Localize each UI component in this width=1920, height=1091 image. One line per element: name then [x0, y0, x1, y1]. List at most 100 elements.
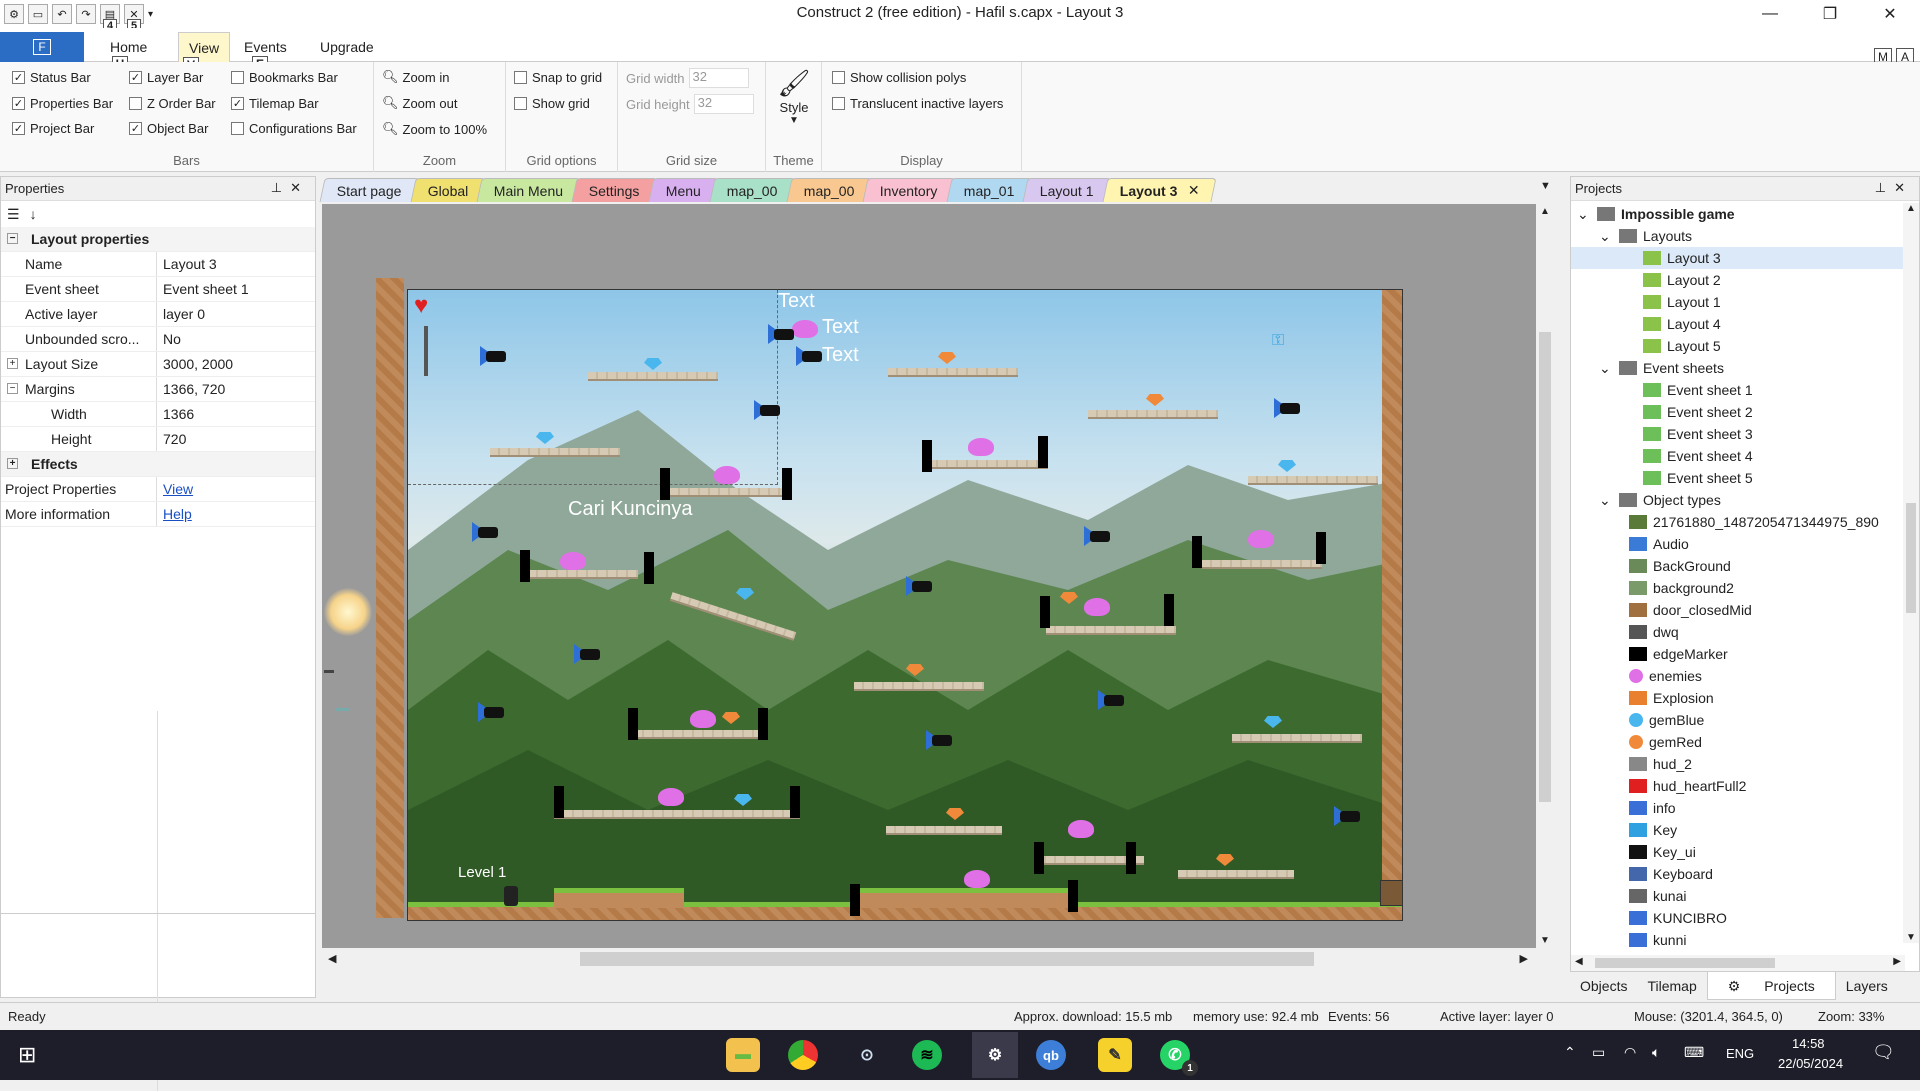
prop-row[interactable]: Width 1366: [1, 402, 315, 427]
collapse-icon[interactable]: −: [7, 383, 18, 394]
tree-item-object[interactable]: KUNCIBRO: [1571, 907, 1919, 929]
tilemap-bar-checkbox[interactable]: ✓ Tilemap Bar: [231, 96, 319, 111]
scroll-down-icon[interactable]: ▼: [1540, 935, 1550, 946]
clock-time[interactable]: 14:58: [1792, 1036, 1825, 1051]
tree-item-event-sheet[interactable]: Event sheet 3: [1571, 423, 1919, 445]
file-button[interactable]: F: [0, 32, 84, 62]
snap-to-grid-checkbox[interactable]: Snap to grid: [514, 70, 602, 85]
tab-layers[interactable]: Layers: [1836, 972, 1898, 1000]
expand-chevron-icon[interactable]: ⌄: [1599, 228, 1613, 245]
prop-value[interactable]: 3000, 2000: [157, 356, 233, 372]
tree-item-layout[interactable]: Layout 3: [1571, 247, 1919, 269]
scroll-down-icon[interactable]: ▼: [1906, 932, 1916, 943]
doc-tab[interactable]: Inventory: [862, 178, 956, 202]
doc-tab[interactable]: Global: [410, 178, 486, 202]
scroll-thumb[interactable]: [1539, 332, 1551, 802]
minimize-button[interactable]: —: [1740, 0, 1800, 28]
zoom-out-button[interactable]: 🔍︎ Zoom out: [382, 95, 457, 111]
tree-item-object[interactable]: background2: [1571, 577, 1919, 599]
notifications-icon[interactable]: 🗨︎: [1872, 1042, 1895, 1063]
scroll-thumb[interactable]: [1906, 503, 1916, 613]
object-bar-checkbox[interactable]: ✓ Object Bar: [129, 121, 208, 136]
scroll-thumb[interactable]: [1595, 958, 1775, 968]
tree-folder-events[interactable]: ⌄ Event sheets: [1571, 357, 1919, 379]
doc-tab[interactable]: Settings: [571, 178, 658, 202]
doc-tab[interactable]: Layout 1: [1022, 178, 1112, 202]
tree-item-object[interactable]: 21761880_1487205471344975_890: [1571, 511, 1919, 533]
grid-width-field[interactable]: Grid width 32: [626, 68, 749, 88]
zoom-100-button[interactable]: 🔍︎ Zoom to 100%: [382, 121, 487, 137]
tree-item-event-sheet[interactable]: Event sheet 1: [1571, 379, 1919, 401]
tab-objects[interactable]: Objects: [1570, 972, 1637, 1000]
steam-icon[interactable]: ⊙: [850, 1038, 884, 1072]
tree-item-object[interactable]: edgeMarker: [1571, 643, 1919, 665]
scroll-up-icon[interactable]: ▲: [1540, 206, 1550, 217]
tree-item-object[interactable]: Audio: [1571, 533, 1919, 555]
expand-chevron-icon[interactable]: ⌄: [1599, 360, 1613, 377]
wifi-icon[interactable]: ◠: [1624, 1044, 1636, 1061]
prop-value[interactable]: Layout 3: [157, 256, 217, 272]
language-indicator[interactable]: ENG: [1726, 1046, 1754, 1061]
tree-item-object[interactable]: info: [1571, 797, 1919, 819]
layer-bar-checkbox[interactable]: ✓ Layer Bar: [129, 70, 203, 85]
tree-item-object[interactable]: kunni: [1571, 929, 1919, 951]
scroll-right-icon[interactable]: ▶: [1520, 952, 1528, 965]
scroll-thumb[interactable]: [580, 952, 1314, 966]
tree-item-layout[interactable]: Layout 4: [1571, 313, 1919, 335]
show-grid-checkbox[interactable]: Show grid: [514, 96, 590, 111]
tree-item-object[interactable]: enemies: [1571, 665, 1919, 687]
close-tab-icon[interactable]: ✕: [1188, 182, 1200, 199]
scroll-left-icon[interactable]: ◀: [328, 952, 336, 965]
tree-item-object[interactable]: Keyboard: [1571, 863, 1919, 885]
tree-item-layout[interactable]: Layout 2: [1571, 269, 1919, 291]
show-collision-polys-checkbox[interactable]: Show collision polys: [832, 70, 966, 85]
keyboard-icon[interactable]: ⌨: [1684, 1044, 1704, 1061]
sticky-notes-icon[interactable]: ✎: [1098, 1038, 1132, 1072]
whatsapp-icon[interactable]: ✆ 1: [1160, 1040, 1198, 1076]
panel-pin-close-icon[interactable]: ⊥✕: [271, 180, 309, 196]
tabs-dropdown-icon[interactable]: ▼: [1540, 180, 1551, 192]
tree-item-object[interactable]: dwq: [1571, 621, 1919, 643]
tree-item-object[interactable]: BackGround: [1571, 555, 1919, 577]
expand-icon[interactable]: +: [7, 358, 18, 369]
expand-chevron-icon[interactable]: ⌄: [1577, 206, 1591, 223]
layout-properties-section[interactable]: − Layout properties: [1, 227, 315, 252]
tree-scrollbar[interactable]: ▲ ▼: [1903, 203, 1919, 943]
prop-value[interactable]: No: [157, 331, 181, 347]
tree-hscrollbar[interactable]: ◀ ▶: [1571, 955, 1905, 971]
view-link[interactable]: View: [163, 481, 193, 497]
doc-tab[interactable]: Menu: [648, 178, 719, 202]
tree-item-object[interactable]: hud_heartFull2: [1571, 775, 1919, 797]
scroll-left-icon[interactable]: ◀: [1575, 956, 1583, 967]
help-link[interactable]: Help: [163, 506, 192, 522]
project-bar-checkbox[interactable]: ✓ Project Bar: [12, 121, 94, 136]
close-button[interactable]: ✕: [1860, 0, 1920, 28]
windows-start-icon[interactable]: ⊞: [18, 1042, 36, 1068]
prop-value[interactable]: 1366, 720: [157, 381, 225, 397]
battery-icon[interactable]: ▭: [1592, 1044, 1605, 1061]
doc-tab[interactable]: Start page: [319, 178, 420, 202]
tree-item-object[interactable]: kunai: [1571, 885, 1919, 907]
tree-item-object[interactable]: Explosion: [1571, 687, 1919, 709]
tree-folder-layouts[interactable]: ⌄ Layouts: [1571, 225, 1919, 247]
effects-section[interactable]: + Effects: [1, 452, 315, 477]
style-button[interactable]: 🖌︎ Style ▼: [774, 66, 814, 126]
prop-row[interactable]: Active layer layer 0: [1, 302, 315, 327]
prop-value[interactable]: 1366: [157, 406, 194, 422]
tree-item-object[interactable]: hud_2: [1571, 753, 1919, 775]
expand-icon[interactable]: +: [7, 458, 18, 469]
horizontal-scrollbar[interactable]: ◀ ▶: [322, 948, 1554, 970]
tree-item-object[interactable]: gemBlue: [1571, 709, 1919, 731]
prop-value[interactable]: layer 0: [157, 306, 205, 322]
tree-root[interactable]: ⌄ Impossible game: [1571, 203, 1919, 225]
scroll-right-icon[interactable]: ▶: [1893, 956, 1901, 967]
tree-item-object[interactable]: gemRed: [1571, 731, 1919, 753]
prop-row[interactable]: Unbounded scro... No: [1, 327, 315, 352]
properties-bar-checkbox[interactable]: ✓ Properties Bar: [12, 96, 113, 111]
tree-folder-objects[interactable]: ⌄ Object types: [1571, 489, 1919, 511]
prop-row[interactable]: + Layout Size 3000, 2000: [1, 352, 315, 377]
construct-gear-icon[interactable]: ⚙: [972, 1032, 1018, 1078]
grid-width-value[interactable]: 32: [688, 68, 749, 88]
tree-item-object[interactable]: Key: [1571, 819, 1919, 841]
prop-value[interactable]: 720: [157, 431, 186, 447]
